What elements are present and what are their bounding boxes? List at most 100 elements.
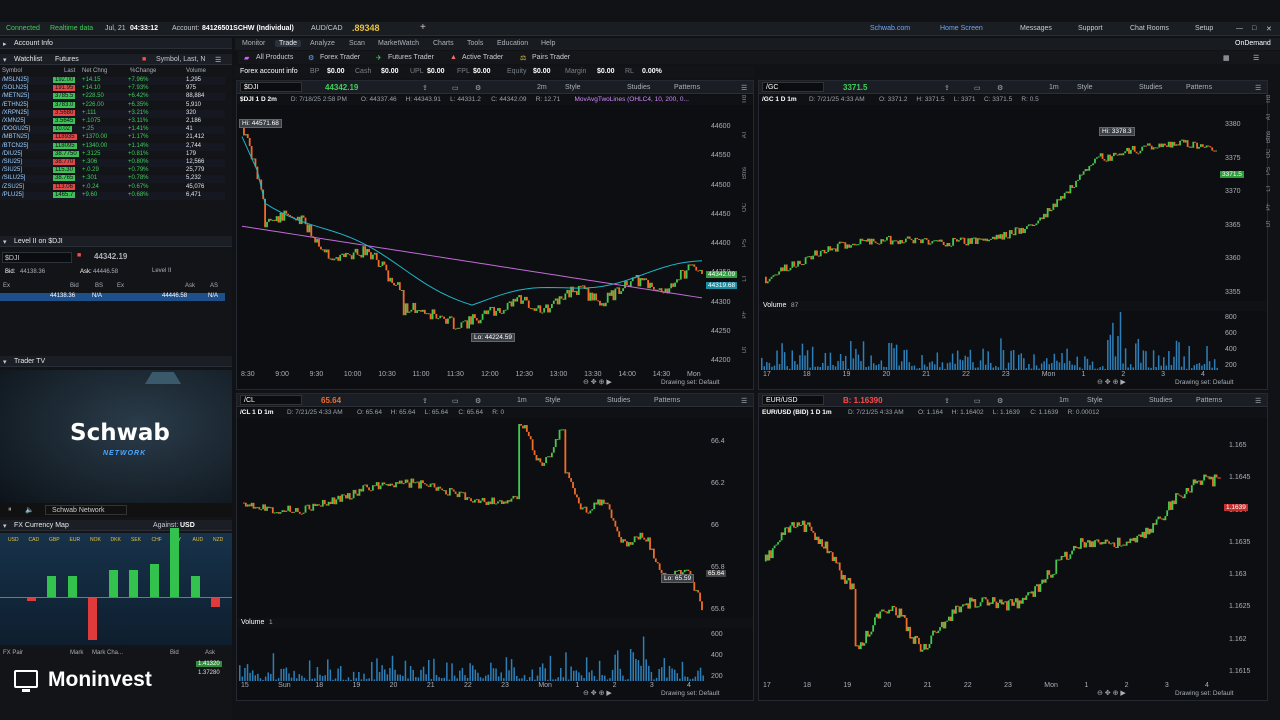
watchlist-selector[interactable]: Futures (55, 56, 79, 63)
flag-icon[interactable]: ■ (142, 56, 146, 63)
close-icon[interactable]: ✕ (1266, 25, 1272, 33)
cl-studies-button[interactable]: Studies (607, 397, 630, 404)
dji-style-button[interactable]: Style (565, 84, 581, 91)
side-tab-label[interactable]: PS (1266, 167, 1272, 175)
subtab-all-products[interactable]: All Products (256, 54, 293, 61)
cl-price-plot[interactable] (239, 424, 705, 616)
eur-studies-button[interactable]: Studies (1149, 397, 1172, 404)
zoom-controls-icon[interactable]: ⊖ ✥ ⊕ ▶ (583, 378, 612, 386)
settings-icon[interactable]: ⚙ (997, 84, 1003, 92)
dji-studies-button[interactable]: Studies (627, 84, 650, 91)
dji-aggregation[interactable]: 2m (537, 84, 547, 91)
share-icon[interactable]: ⇪ (422, 397, 428, 405)
side-tab-label[interactable]: OC (742, 203, 748, 212)
against-selector[interactable]: USD (180, 522, 195, 529)
list-item[interactable]: /METN25] 3785.5 +228.50 +6.42% 88,884 (0, 93, 225, 102)
gc-drawing-set[interactable]: Drawing set: Default (1175, 379, 1234, 386)
list-item[interactable]: /SIU25] 115.30 +.0.29 +0.79% 25,779 (0, 167, 225, 176)
account-info-header[interactable]: ▸ Account Info (0, 38, 232, 49)
minimize-icon[interactable]: — (1236, 25, 1243, 32)
fx-map-header[interactable]: ▾ FX Currency Map Against: USD (0, 520, 232, 531)
eur-price-plot[interactable] (761, 424, 1223, 678)
gc-patterns-button[interactable]: Patterns (1186, 84, 1212, 91)
schwab-link[interactable]: Schwab.com (870, 25, 910, 32)
chart-panel-gc[interactable]: /GC 3371.5 ⇪ ▭ ⚙ 1m Style Studies Patterns ☰/GC 1… (758, 80, 1268, 390)
dji-symbol-input[interactable]: $DJI (240, 82, 302, 92)
trader-tv-header[interactable]: ▾ Trader TV (0, 356, 232, 367)
zoom-controls-icon[interactable]: ⊖ ✥ ⊕ ▶ (1097, 689, 1126, 697)
chart-panel-eurusd[interactable]: EUR/USD B: 1.16390 ⇪ ▭ ⚙ 1m Style Studies Patter… (758, 393, 1268, 701)
zoom-controls-icon[interactable]: ⊖ ✥ ⊕ ▶ (1097, 378, 1126, 386)
side-tab-label[interactable]: OC (1266, 149, 1272, 158)
side-tab-label[interactable]: Trd (1266, 95, 1272, 104)
tab-trade[interactable]: Trade (275, 40, 302, 47)
side-tab-label[interactable]: Dt (1266, 221, 1272, 227)
list-item[interactable]: /DOGU25] 10.02 +.25 +1.41% 41 (0, 126, 225, 135)
layout-icon[interactable]: ▭ (974, 84, 981, 92)
eur-drawing-set[interactable]: Drawing set: Default (1175, 690, 1234, 697)
ondemand-button[interactable]: OnDemand (1235, 40, 1271, 47)
layout-menu-icon[interactable]: ☰ (1253, 54, 1259, 62)
add-icon[interactable]: + (420, 22, 426, 33)
dji-menu-icon[interactable]: ☰ (741, 84, 747, 92)
side-tab-label[interactable]: Btns (1266, 131, 1272, 143)
list-item[interactable]: /SILU25] 38.765 +.301 +0.78% 5,232 (0, 175, 225, 184)
list-item[interactable]: /MSLN25] 192.00 +14.15 +7.96% 1,295 (0, 77, 225, 85)
volume-icon[interactable]: 🔈 (25, 506, 34, 514)
chart-panel-cl[interactable]: /CL 65.64 ⇪ ▭ ⚙ 1m Style Studies Patterns ☰/CL 1 … (236, 393, 754, 701)
list-item[interactable]: /MBTN25] 118935 +1370.00 +1.17% 21,412 (0, 134, 225, 143)
eur-symbol-input[interactable]: EUR/USD (762, 395, 824, 405)
pair-symbol[interactable]: AUD/CAD (311, 25, 343, 32)
messages-button[interactable]: Messages (1020, 25, 1052, 32)
pause-icon[interactable]: ⏸ (8, 506, 12, 514)
eur-style-button[interactable]: Style (1087, 397, 1103, 404)
chat-rooms-button[interactable]: Chat Rooms (1130, 25, 1169, 32)
support-button[interactable]: Support (1078, 25, 1103, 32)
cl-drawing-set[interactable]: Drawing set: Default (661, 690, 720, 697)
tab-tools[interactable]: Tools (467, 40, 483, 47)
layout-icon[interactable]: ▭ (452, 397, 459, 405)
layout-grid-icon[interactable]: ▦ (1223, 54, 1230, 62)
side-tab-label[interactable]: AT (1266, 113, 1272, 120)
cl-symbol-input[interactable]: /CL (240, 395, 302, 405)
side-tab-label[interactable]: LT (742, 275, 748, 282)
list-item[interactable]: /DIU25] 38.7750 +.3125 +0.81% 179 (0, 150, 225, 159)
list-item[interactable]: /XRPN25] 3.5680 +.111 +3.21% 320 (0, 109, 225, 118)
tab-scan[interactable]: Scan (349, 40, 365, 47)
side-tab-label[interactable]: Btns (742, 167, 748, 179)
gc-studies-button[interactable]: Studies (1139, 84, 1162, 91)
settings-icon[interactable]: ⚙ (997, 397, 1003, 405)
list-item[interactable]: /ETHN25] 3783.0 +226.00 +6.35% 5,910 (0, 101, 225, 110)
side-tab-label[interactable]: PF (1266, 203, 1272, 211)
tab-charts[interactable]: Charts (433, 40, 454, 47)
menu-icon[interactable]: ☰ (215, 56, 221, 64)
list-item[interactable]: /BTCN25] 118095 +1340.00 +1.14% 2,744 (0, 142, 225, 151)
subtab-pairs-trader[interactable]: Pairs Trader (532, 54, 570, 61)
zoom-controls-icon[interactable]: ⊖ ✥ ⊕ ▶ (583, 689, 612, 697)
list-item[interactable]: /ZSU25] 113.06 +.0.24 +0.67% 45,076 (0, 183, 225, 192)
tab-monitor[interactable]: Monitor (242, 40, 265, 47)
settings-icon[interactable]: ⚙ (475, 84, 481, 92)
eur-aggregation[interactable]: 1m (1059, 397, 1069, 404)
side-tab-label[interactable]: AT (742, 131, 748, 138)
tab-education[interactable]: Education (497, 40, 528, 47)
tab-help[interactable]: Help (541, 40, 555, 47)
subtab-futures-trader[interactable]: Futures Trader (388, 54, 434, 61)
cl-aggregation[interactable]: 1m (517, 397, 527, 404)
tab-marketwatch[interactable]: MarketWatch (378, 40, 419, 47)
gc-style-button[interactable]: Style (1077, 84, 1093, 91)
share-icon[interactable]: ⇪ (422, 84, 428, 92)
list-item[interactable]: /XMN25] 3.5645 +.1075 +3.11% 2,186 (0, 118, 225, 126)
layout-icon[interactable]: ▭ (452, 84, 459, 92)
gc-aggregation[interactable]: 1m (1049, 84, 1059, 91)
layout-icon[interactable]: ▭ (974, 397, 981, 405)
tv-channel-select[interactable]: Schwab Network (45, 505, 127, 515)
side-tab-label[interactable]: Trd (742, 95, 748, 104)
maximize-icon[interactable]: □ (1252, 25, 1256, 32)
gc-symbol-input[interactable]: /GC (762, 82, 824, 92)
l2-row[interactable]: 44138.36 N/A 44446.58 N/A (0, 293, 225, 301)
home-screen-link[interactable]: Home Screen (940, 25, 983, 32)
list-item[interactable]: /SIU25] 38.770 +.306 +0.80% 12,566 (0, 159, 225, 167)
gc-menu-icon[interactable]: ☰ (1255, 84, 1261, 92)
eur-menu-icon[interactable]: ☰ (1255, 397, 1261, 405)
